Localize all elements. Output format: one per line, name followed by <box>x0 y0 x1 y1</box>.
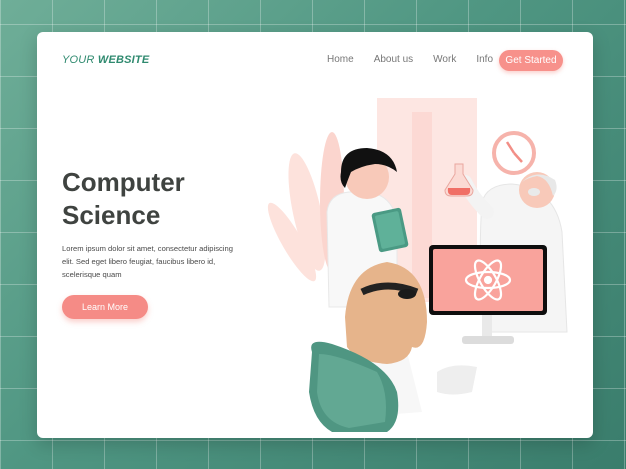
hero-title-line-2: Science <box>62 200 161 230</box>
scientists-illustration <box>267 98 568 432</box>
logo-suffix: WEBSITE <box>97 54 150 66</box>
nav-info[interactable]: Info <box>476 54 493 65</box>
logo-prefix: YOUR <box>62 54 95 66</box>
nav-work[interactable]: Work <box>433 54 456 65</box>
hero-title-line-1: Computer <box>62 167 185 197</box>
nav-home[interactable]: Home <box>327 54 354 65</box>
learn-more-button[interactable]: Learn More <box>62 295 148 319</box>
clock-icon <box>492 131 536 175</box>
hero-description: Lorem ipsum dolor sit amet, consectetur … <box>62 244 233 279</box>
site-logo[interactable]: YOUR WEBSITE <box>62 54 149 66</box>
get-started-button[interactable]: Get Started <box>499 50 563 71</box>
landing-page-card: YOUR WEBSITE Home About us Work Info Get… <box>37 32 593 438</box>
hero-title: Computer Science <box>62 166 232 232</box>
main-nav: Home About us Work Info <box>327 54 513 65</box>
nav-about[interactable]: About us <box>374 54 413 65</box>
